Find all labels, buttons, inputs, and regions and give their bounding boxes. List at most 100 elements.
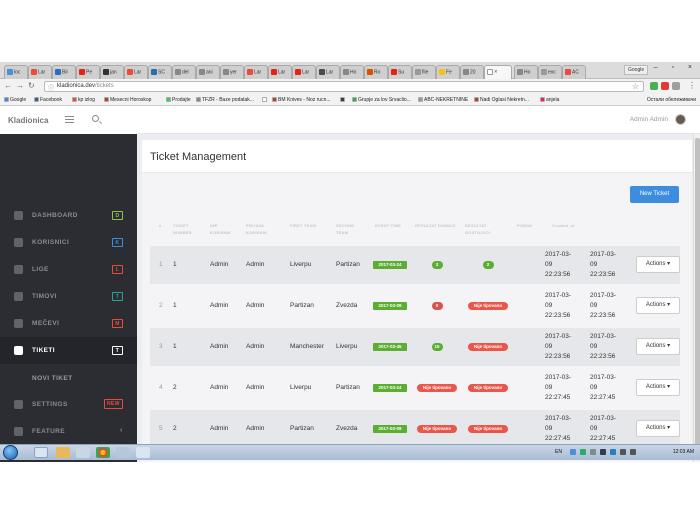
table-row: 4 2 Admin Admin Liverpu Partizan 2017-03-24 Nij…: [150, 369, 680, 407]
network-icon[interactable]: [620, 449, 626, 455]
sidebar-item-korisnici[interactable]: KORISNICI K: [0, 229, 137, 256]
browser-tab[interactable]: file: [412, 65, 436, 79]
search-icon[interactable]: [92, 115, 99, 122]
actions-button[interactable]: Actions ▾: [636, 297, 680, 314]
app-icon[interactable]: [116, 447, 130, 458]
created-at: 2017-03- 09 22:23:56: [545, 332, 571, 362]
bookmark-item[interactable]: BM Knives - Noz rucn...: [272, 97, 331, 103]
browser-tab[interactable]: Lar: [244, 65, 268, 79]
tray-icon[interactable]: [600, 449, 606, 455]
bookmark-star-icon[interactable]: ☆: [632, 82, 639, 91]
volume-icon[interactable]: [630, 449, 636, 455]
bookmark-item[interactable]: ABC-NEKRETNINE: [418, 97, 468, 103]
browser-tab[interactable]: exc: [538, 65, 562, 79]
bookmark-item[interactable]: TFZR - Baze podatak...: [196, 97, 254, 103]
tray-icon[interactable]: [590, 449, 596, 455]
bookmark-item[interactable]: [340, 97, 346, 103]
first-team: Liverpu: [290, 261, 312, 268]
actions-button[interactable]: Actions ▾: [636, 420, 680, 437]
chrome-icon[interactable]: [96, 447, 110, 458]
bookmark-item[interactable]: Prodajte: [166, 97, 191, 103]
table-row: 1 1 Admin Admin Liverpu Partizan 2017-03-24 3 2 2…: [150, 246, 680, 284]
browser-tab[interactable]: loc: [4, 65, 28, 79]
tab-label: Su: [398, 69, 405, 76]
reload-icon[interactable]: ↻: [28, 81, 35, 90]
tray-icon[interactable]: [570, 449, 576, 455]
browser-tab[interactable]: Ro: [364, 65, 388, 79]
page-scrollbar[interactable]: [693, 134, 700, 462]
explorer-icon[interactable]: [34, 447, 48, 458]
sidebar-item-mecevi[interactable]: MEČEVI M: [0, 310, 137, 337]
app-icon[interactable]: [136, 447, 150, 458]
sidebar-item-timovi[interactable]: TIMOVI T: [0, 283, 137, 310]
scroll-thumb[interactable]: [695, 138, 700, 448]
address-bar[interactable]: ⓘ kladionica.dev/tickets ☆: [44, 81, 644, 92]
browser-tab[interactable]: Pe: [76, 65, 100, 79]
forward-icon[interactable]: →: [16, 81, 24, 90]
browser-tab[interactable]: ani: [196, 65, 220, 79]
admin-name[interactable]: Admin Admin: [630, 116, 668, 123]
browser-tab[interactable]: Fe: [436, 65, 460, 79]
browser-tab[interactable]: Ho: [340, 65, 364, 79]
bookmark-item[interactable]: Grupje za lov Srvaclio...: [352, 97, 411, 103]
sidebar-item-settings[interactable]: SETTINGS NEW: [0, 391, 137, 418]
bookmark-item[interactable]: Facebook: [34, 97, 62, 103]
media-icon[interactable]: [76, 447, 90, 458]
updated-at-line: 2017-03-: [590, 251, 617, 258]
clock[interactable]: 12:03 AM: [673, 449, 694, 455]
bookmark-icon: [540, 97, 545, 103]
browser-tab[interactable]: AC: [562, 65, 586, 79]
browser-tab[interactable]: Lar: [292, 65, 316, 79]
back-icon[interactable]: ←: [4, 81, 12, 90]
browser-tab[interactable]: SC: [148, 65, 172, 79]
tab-favicon-icon: [295, 69, 301, 75]
actions-button[interactable]: Actions ▾: [636, 256, 680, 273]
tray-icon[interactable]: [580, 449, 586, 455]
language-indicator[interactable]: EN: [555, 449, 562, 455]
sidebar-item-feature[interactable]: FEATURE ‹: [0, 418, 137, 445]
bookmark-item[interactable]: [262, 97, 268, 103]
tab-close-icon[interactable]: ×: [494, 69, 498, 75]
tab-favicon-icon: [175, 69, 181, 75]
tray-icon[interactable]: [610, 449, 616, 455]
bookmark-item[interactable]: Mesecni Horoskop: [104, 97, 151, 103]
folder-icon[interactable]: [56, 447, 70, 458]
browser-tab[interactable]: Lar: [268, 65, 292, 79]
tab-label: Fe: [446, 69, 452, 76]
sidebar-item-dashboard[interactable]: DASHBOARD D: [0, 202, 137, 229]
created-at: 2017-03- 09 22:27:45: [545, 373, 571, 403]
browser-tab[interactable]: jan: [100, 65, 124, 79]
extension-icon[interactable]: [650, 82, 658, 90]
browser-menu-icon[interactable]: ⋮: [688, 81, 696, 90]
window-controls[interactable]: – ▫ ×: [654, 64, 698, 71]
extension-icon[interactable]: [661, 82, 669, 90]
bookmark-item[interactable]: Google: [4, 97, 26, 103]
browser-tab[interactable]: Lar: [28, 65, 52, 79]
browser-tab-active[interactable]: ×: [484, 65, 512, 79]
other-bookmarks[interactable]: Остали обележивачи: [647, 97, 696, 103]
actions-button[interactable]: Actions ▾: [636, 379, 680, 396]
browser-tab[interactable]: yer: [220, 65, 244, 79]
sidebar-item-tiketi[interactable]: TIKETI T: [0, 337, 137, 364]
bookmark-item[interactable]: anjela: [540, 97, 559, 103]
start-button[interactable]: [3, 445, 18, 460]
browser-tab[interactable]: Lar: [316, 65, 340, 79]
menu-toggle-icon[interactable]: [65, 116, 74, 123]
avatar[interactable]: [675, 114, 686, 125]
browser-tab[interactable]: Lar: [124, 65, 148, 79]
browser-tab[interactable]: Ho: [514, 65, 538, 79]
sidebar-item-lige[interactable]: LIGE L: [0, 256, 137, 283]
browser-tab[interactable]: 20: [460, 65, 484, 79]
browser-tab[interactable]: del: [172, 65, 196, 79]
browser-tab[interactable]: Bil: [52, 65, 76, 79]
profile-chip[interactable]: Google: [624, 65, 649, 75]
extension-icon[interactable]: [672, 82, 680, 90]
browser-tab[interactable]: Su: [388, 65, 412, 79]
tab-favicon-icon: [367, 69, 373, 75]
bookmark-item[interactable]: Nadi Oglasi Nekretn...: [474, 97, 529, 103]
sidebar-item-novi-tiket[interactable]: NOVI TIKET: [0, 365, 137, 390]
new-ticket-button[interactable]: New Ticket: [630, 186, 679, 203]
actions-button[interactable]: Actions ▾: [636, 338, 680, 355]
bookmark-item[interactable]: kp izlog: [72, 97, 95, 103]
sidebar-item-label: MEČEVI: [32, 320, 60, 327]
